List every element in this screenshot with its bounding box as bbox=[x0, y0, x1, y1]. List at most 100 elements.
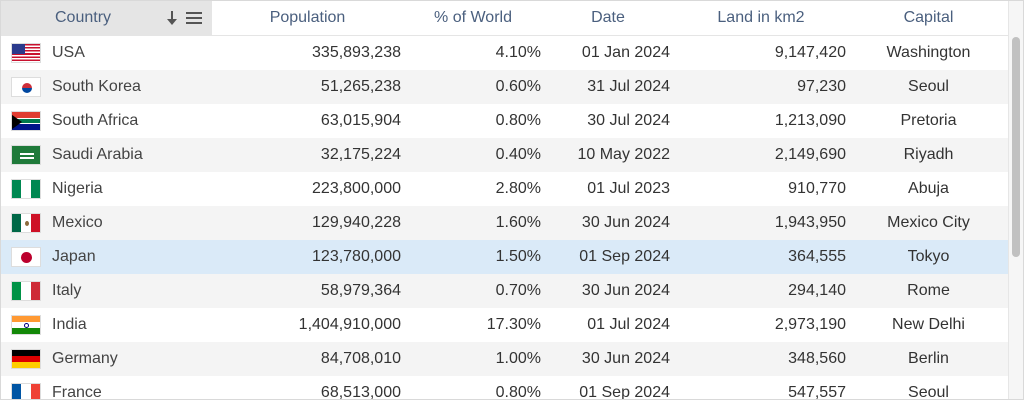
country-name: Germany bbox=[52, 350, 118, 367]
country-name: Saudi Arabia bbox=[52, 146, 143, 163]
cell-land[interactable]: 348,560 bbox=[673, 350, 849, 368]
cell-date[interactable]: 01 Sep 2024 bbox=[543, 248, 673, 266]
cell-land[interactable]: 547,557 bbox=[673, 384, 849, 399]
table-row[interactable]: France 68,513,000 0.80% 01 Sep 2024 547,557 S… bbox=[1, 376, 1008, 399]
cell-pct-world[interactable]: 0.70% bbox=[403, 282, 543, 300]
cell-population[interactable]: 63,015,904 bbox=[212, 112, 403, 130]
vertical-scrollbar[interactable] bbox=[1008, 1, 1023, 399]
table-row[interactable]: Italy 58,979,364 0.70% 30 Jun 2024 294,140 Ro… bbox=[1, 274, 1008, 308]
cell-capital[interactable]: Tokyo bbox=[849, 248, 1008, 266]
cell-population[interactable]: 335,893,238 bbox=[212, 44, 403, 62]
cell-population[interactable]: 1,404,910,000 bbox=[212, 316, 403, 334]
cell-land[interactable]: 9,147,420 bbox=[673, 44, 849, 62]
flag-ng-icon bbox=[11, 179, 41, 199]
cell-capital[interactable]: Berlin bbox=[849, 350, 1008, 368]
column-header-population[interactable]: Population bbox=[212, 1, 403, 35]
cell-capital[interactable]: Riyadh bbox=[849, 146, 1008, 164]
flag-it-icon bbox=[11, 281, 41, 301]
flag-de-icon bbox=[11, 349, 41, 369]
cell-date[interactable]: 01 Jul 2024 bbox=[543, 316, 673, 334]
cell-land[interactable]: 97,230 bbox=[673, 78, 849, 96]
cell-pct-world[interactable]: 4.10% bbox=[403, 44, 543, 62]
cell-population[interactable]: 129,940,228 bbox=[212, 214, 403, 232]
table-row[interactable]: Germany 84,708,010 1.00% 30 Jun 2024 348,560… bbox=[1, 342, 1008, 376]
flag-sa-icon bbox=[11, 145, 41, 165]
cell-population[interactable]: 123,780,000 bbox=[212, 248, 403, 266]
table-row[interactable]: Saudi Arabia 32,175,224 0.40% 10 May 2022 2,… bbox=[1, 138, 1008, 172]
cell-country[interactable]: South Korea bbox=[1, 77, 212, 97]
cell-pct-world[interactable]: 0.60% bbox=[403, 78, 543, 96]
cell-capital[interactable]: Seoul bbox=[849, 384, 1008, 399]
cell-population[interactable]: 68,513,000 bbox=[212, 384, 403, 399]
cell-capital[interactable]: Mexico City bbox=[849, 214, 1008, 232]
cell-land[interactable]: 1,943,950 bbox=[673, 214, 849, 232]
cell-population[interactable]: 58,979,364 bbox=[212, 282, 403, 300]
cell-pct-world[interactable]: 17.30% bbox=[403, 316, 543, 334]
cell-pct-world[interactable]: 1.50% bbox=[403, 248, 543, 266]
column-header-capital[interactable]: Capital bbox=[849, 1, 1008, 35]
country-name: Italy bbox=[52, 282, 82, 299]
cell-population[interactable]: 223,800,000 bbox=[212, 180, 403, 198]
cell-land[interactable]: 2,973,190 bbox=[673, 316, 849, 334]
cell-date[interactable]: 01 Sep 2024 bbox=[543, 384, 673, 399]
cell-date[interactable]: 31 Jul 2024 bbox=[543, 78, 673, 96]
cell-country[interactable]: Japan bbox=[1, 247, 212, 267]
cell-date[interactable]: 30 Jun 2024 bbox=[543, 350, 673, 368]
cell-country[interactable]: Saudi Arabia bbox=[1, 145, 212, 165]
column-header-pct-world[interactable]: % of World bbox=[403, 1, 543, 35]
flag-sk-icon bbox=[11, 77, 41, 97]
table-row[interactable]: India 1,404,910,000 17.30% 01 Jul 2024 2,973… bbox=[1, 308, 1008, 342]
cell-country[interactable]: Nigeria bbox=[1, 179, 212, 199]
cell-population[interactable]: 84,708,010 bbox=[212, 350, 403, 368]
cell-country[interactable]: Mexico bbox=[1, 213, 212, 233]
cell-population[interactable]: 51,265,238 bbox=[212, 78, 403, 96]
cell-population[interactable]: 32,175,224 bbox=[212, 146, 403, 164]
cell-date[interactable]: 30 Jul 2024 bbox=[543, 112, 673, 130]
cell-pct-world[interactable]: 1.00% bbox=[403, 350, 543, 368]
table-row[interactable]: South Africa 63,015,904 0.80% 30 Jul 2024 1,… bbox=[1, 104, 1008, 138]
cell-pct-world[interactable]: 2.80% bbox=[403, 180, 543, 198]
table-row[interactable]: South Korea 51,265,238 0.60% 31 Jul 2024 97,… bbox=[1, 70, 1008, 104]
cell-country[interactable]: France bbox=[1, 383, 212, 399]
cell-country[interactable]: South Africa bbox=[1, 111, 212, 131]
table-row[interactable]: Japan 123,780,000 1.50% 01 Sep 2024 364,555 T… bbox=[1, 240, 1008, 274]
cell-pct-world[interactable]: 1.60% bbox=[403, 214, 543, 232]
cell-country[interactable]: Germany bbox=[1, 349, 212, 369]
cell-country[interactable]: India bbox=[1, 315, 212, 335]
cell-land[interactable]: 2,149,690 bbox=[673, 146, 849, 164]
table-row[interactable]: Nigeria 223,800,000 2.80% 01 Jul 2023 910,77… bbox=[1, 172, 1008, 206]
cell-land[interactable]: 910,770 bbox=[673, 180, 849, 198]
grid-header: Country Population % of World Date Land … bbox=[1, 1, 1008, 36]
flag-mx-icon bbox=[11, 213, 41, 233]
flag-fr-icon bbox=[11, 383, 41, 399]
column-menu-icon[interactable] bbox=[186, 12, 202, 24]
cell-country[interactable]: Italy bbox=[1, 281, 212, 301]
cell-date[interactable]: 01 Jan 2024 bbox=[543, 44, 673, 62]
cell-capital[interactable]: Washington bbox=[849, 44, 1008, 62]
cell-date[interactable]: 10 May 2022 bbox=[543, 146, 673, 164]
column-header-land[interactable]: Land in km2 bbox=[673, 1, 849, 35]
cell-date[interactable]: 30 Jun 2024 bbox=[543, 214, 673, 232]
scrollbar-thumb[interactable] bbox=[1012, 37, 1020, 257]
table-row[interactable]: USA 335,893,238 4.10% 01 Jan 2024 9,147,420 W… bbox=[1, 36, 1008, 70]
cell-capital[interactable]: Pretoria bbox=[849, 112, 1008, 130]
cell-pct-world[interactable]: 0.80% bbox=[403, 112, 543, 130]
cell-capital[interactable]: Abuja bbox=[849, 180, 1008, 198]
cell-pct-world[interactable]: 0.80% bbox=[403, 384, 543, 399]
cell-date[interactable]: 30 Jun 2024 bbox=[543, 282, 673, 300]
sort-descending-icon[interactable] bbox=[167, 10, 177, 26]
cell-land[interactable]: 1,213,090 bbox=[673, 112, 849, 130]
cell-capital[interactable]: New Delhi bbox=[849, 316, 1008, 334]
column-header-date[interactable]: Date bbox=[543, 1, 673, 35]
cell-land[interactable]: 364,555 bbox=[673, 248, 849, 266]
country-name: Nigeria bbox=[52, 180, 103, 197]
cell-pct-world[interactable]: 0.40% bbox=[403, 146, 543, 164]
column-header-country[interactable]: Country bbox=[1, 1, 212, 35]
country-name: Japan bbox=[52, 248, 96, 265]
cell-capital[interactable]: Rome bbox=[849, 282, 1008, 300]
table-row[interactable]: Mexico 129,940,228 1.60% 30 Jun 2024 1,943,9… bbox=[1, 206, 1008, 240]
cell-land[interactable]: 294,140 bbox=[673, 282, 849, 300]
cell-date[interactable]: 01 Jul 2023 bbox=[543, 180, 673, 198]
cell-capital[interactable]: Seoul bbox=[849, 78, 1008, 96]
cell-country[interactable]: USA bbox=[1, 43, 212, 63]
